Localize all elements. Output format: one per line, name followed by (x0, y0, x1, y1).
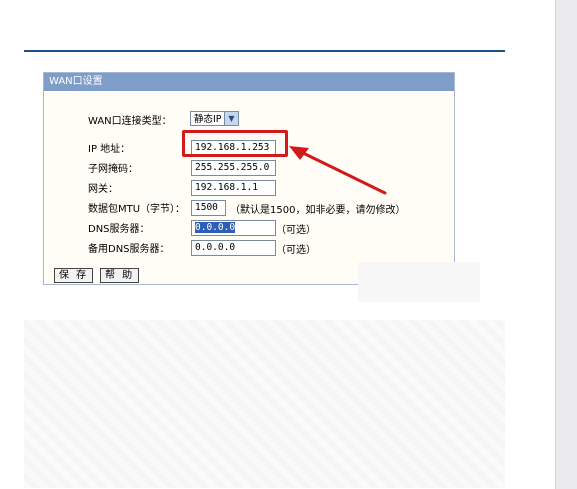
dns-label: DNS服务器： (88, 224, 150, 235)
subnet-mask-label: 子网掩码： (88, 164, 138, 175)
panel-title: WAN口设置 (44, 73, 454, 91)
faint-background-area (24, 320, 505, 488)
annotation-arrow-icon (289, 146, 387, 195)
backup-dns-hint: （可选） (276, 245, 316, 256)
subnet-mask-input[interactable]: 255.255.255.0 (191, 160, 276, 176)
wan-settings-panel: WAN口设置 WAN口连接类型： 静态IP ▼ IP 地址： 192.168.1… (43, 72, 455, 285)
background-smudge (358, 262, 480, 302)
gateway-label: 网关： (88, 184, 118, 195)
wan-type-value: 静态IP (194, 114, 222, 125)
help-button[interactable]: 帮 助 (100, 268, 140, 283)
vertical-scrollbar[interactable] (555, 0, 577, 489)
mtu-label: 数据包MTU（字节）： (88, 204, 186, 215)
save-button[interactable]: 保 存 (54, 268, 94, 283)
wan-type-label: WAN口连接类型： (88, 116, 172, 127)
mtu-hint: （默认是1500，如非必要，请勿修改） (230, 205, 406, 216)
gateway-input[interactable]: 192.168.1.1 (191, 180, 276, 196)
dns-input[interactable]: 0.0.0.0 (191, 220, 276, 236)
chevron-down-icon[interactable]: ▼ (224, 112, 238, 125)
wan-type-select[interactable]: 静态IP ▼ (190, 111, 239, 126)
header-divider (24, 50, 505, 52)
annotation-highlight-box (182, 130, 288, 157)
backup-dns-input[interactable]: 0.0.0.0 (191, 240, 276, 256)
mtu-input[interactable]: 1500 (191, 200, 226, 216)
dns-hint: （可选） (276, 225, 316, 236)
ip-label: IP 地址： (88, 144, 131, 155)
backup-dns-label: 备用DNS服务器： (88, 244, 170, 255)
